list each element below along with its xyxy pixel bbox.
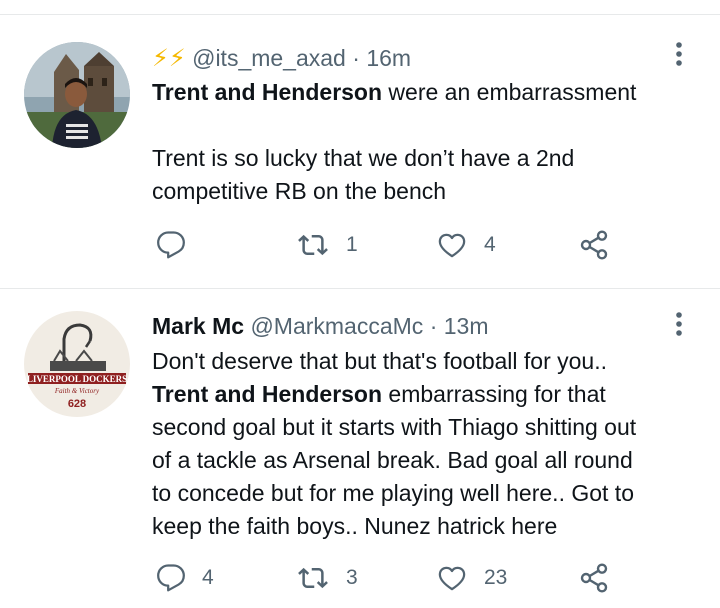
tweet-text-line: to concede but for me playing well here.… [152,480,634,506]
tweet-text-line: competitive RB on the bench [152,178,447,204]
retweet-count: 3 [346,566,358,589]
retweet-button[interactable]: 1 [296,227,358,263]
share-button[interactable] [578,560,610,596]
retweet-button[interactable]: 3 [296,560,358,596]
more-vertical-icon[interactable] [668,309,690,339]
tweet-text: Trent and Henderson were an embarrassmen… [152,76,697,208]
tweet-text-line: keep the faith boys.. Nunez hatrick here [152,513,558,539]
tweet-text-line: Don't deserve that but that's football f… [152,348,607,374]
timestamp[interactable]: 16m [366,45,411,71]
separator-dot: · [352,45,360,71]
like-button[interactable]: 23 [436,560,507,596]
share-icon [578,229,610,261]
tweet[interactable]: ⚡⚡ @its_me_axad · 16m Trent and Henderso… [0,15,720,288]
logo-lettering: LIVERPOOL DOCKERS [27,374,127,384]
retweet-icon [296,563,330,593]
svg-text:628: 628 [68,398,86,410]
tweet-text-line: Trent is so lucky that we don’t have a 2… [152,145,575,171]
avatar[interactable]: LIVERPOOL DOCKERS Faith & Victory 628 [24,311,130,417]
tweet-text-line: second goal but it starts with Thiago sh… [152,414,637,440]
user-handle[interactable]: @MarkmaccaMc [250,313,423,339]
share-button[interactable] [578,227,610,263]
tweet-text-line: of a tackle as Arsenal break. Bad goal a… [152,447,633,473]
share-icon [578,562,610,594]
reply-icon [156,230,186,260]
heart-icon [436,563,468,593]
retweet-count: 1 [346,233,358,256]
tweet-header: Mark Mc @MarkmaccaMc · 13m [152,311,489,341]
avatar-photo [24,42,130,148]
more-vertical-icon[interactable] [668,39,690,69]
liverpool-dockers-logo: LIVERPOOL DOCKERS Faith & Victory 628 [24,311,130,417]
user-handle[interactable]: @its_me_axad [192,45,346,71]
tweet-text-line [152,109,697,142]
tweet-text: Don't deserve that but that's football f… [152,345,697,543]
tweet-text-line: Trent and Henderson were an embarrassmen… [152,79,637,105]
reply-button[interactable]: 4 [156,560,214,596]
heart-icon [436,230,468,260]
lightning-bolt-icon: ⚡⚡ [152,45,186,72]
retweet-icon [296,230,330,260]
like-button[interactable]: 4 [436,227,496,263]
tweet-text-line: Trent and Henderson embarrassing for tha… [152,381,606,407]
tweet-actions: 4 3 23 [152,560,632,596]
avatar[interactable] [24,42,130,148]
like-count: 23 [484,566,508,589]
reply-button[interactable] [156,227,202,263]
display-name[interactable]: Mark Mc [152,313,244,339]
tweet-header: ⚡⚡ @its_me_axad · 16m [152,43,411,73]
tweet-actions: 1 4 [152,227,632,263]
timestamp[interactable]: 13m [444,313,489,339]
separator-dot: · [429,313,438,339]
svg-text:Faith & Victory: Faith & Victory [54,387,100,395]
like-count: 4 [484,233,496,256]
reply-count: 4 [202,566,214,589]
reply-icon [156,563,186,593]
tweet[interactable]: LIVERPOOL DOCKERS Faith & Victory 628 Ma… [0,289,720,608]
